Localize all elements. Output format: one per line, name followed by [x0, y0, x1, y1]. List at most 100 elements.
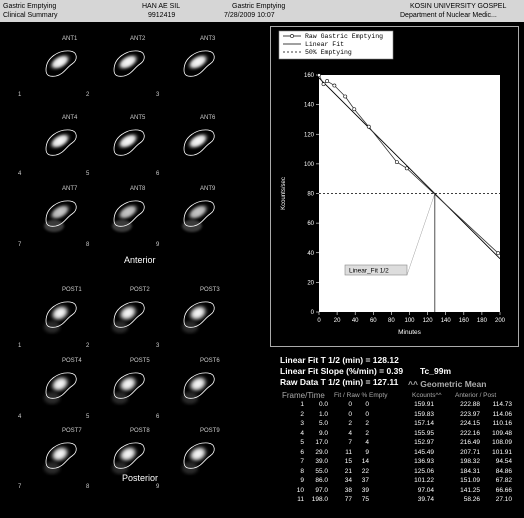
- posterior-frame: POST7 7: [18, 428, 100, 492]
- table-cell-post: 66.66: [495, 486, 512, 494]
- anterior-stomach-image: [182, 200, 215, 232]
- posterior-frame-number: 6: [156, 414, 160, 420]
- table-cell-ant: 207.71: [460, 448, 480, 456]
- table-cell-frame: 1: [300, 401, 304, 408]
- table-cell-post: 67.82: [495, 477, 512, 484]
- col-fit-raw: Fit / Raw % Empty: [334, 392, 388, 399]
- table-cell-ant: 198.32: [460, 458, 480, 465]
- table-cell-raw: 2: [365, 429, 369, 437]
- x-tick-label: 0: [317, 318, 321, 324]
- y-tick-label: 60: [307, 221, 314, 227]
- x-tick-label: 180: [477, 318, 488, 324]
- isotope-label: Tc_99m: [420, 366, 452, 376]
- posterior-frame-number: 1: [18, 343, 22, 349]
- anterior-frame-number: 1: [18, 92, 22, 98]
- table-cell-fit: 4: [348, 429, 352, 437]
- legend-entry: 50% Emptying: [305, 49, 352, 56]
- posterior-stomach-image: [182, 442, 215, 474]
- raw-data-point: [321, 82, 326, 87]
- x-tick-label: 60: [370, 318, 377, 324]
- posterior-frame: POST4 4: [18, 358, 100, 422]
- anterior-frame: ANT2 2: [86, 36, 168, 100]
- posterior-stomach-image: [182, 372, 215, 404]
- header-title: Gastric Emptying: [3, 3, 57, 10]
- posterior-stomach-image: [44, 301, 77, 333]
- table-cell-time: 29.0: [315, 448, 328, 456]
- table-cell-frame: 4: [300, 429, 304, 437]
- x-tick-label: 120: [423, 318, 434, 324]
- col-kcounts: Kcounts^^: [412, 392, 442, 399]
- table-cell-kcounts: 97.04: [417, 486, 434, 494]
- table-cell-kcounts: 39.74: [417, 496, 434, 503]
- posterior-frame: POST6 6: [156, 358, 238, 422]
- table-cell-time: 0.0: [318, 401, 328, 408]
- x-tick-label: 140: [441, 318, 452, 324]
- table-cell-post: 84.86: [495, 467, 512, 475]
- table-cell-post: 110.16: [492, 420, 512, 427]
- anterior-stomach-image: [45, 129, 77, 156]
- table-cell-raw: 9: [365, 448, 369, 456]
- table-cell-fit: 11: [345, 448, 352, 456]
- table-cell-ant: 141.25: [460, 486, 480, 494]
- table-cell-post: 109.48: [492, 429, 512, 437]
- table-cell-post: 94.54: [495, 458, 512, 465]
- table-cell-raw: 4: [365, 439, 369, 446]
- y-tick-label: 0: [311, 310, 315, 316]
- table-cell-ant: 222.88: [460, 401, 480, 408]
- patient-id: 9912419: [148, 12, 176, 19]
- raw-data-point: [352, 107, 357, 112]
- anterior-frame-number: 3: [156, 92, 160, 98]
- x-tick-label: 160: [459, 318, 470, 324]
- anterior-frame: ANT9 9: [156, 186, 238, 250]
- table-cell-ant: 222.16: [460, 429, 480, 437]
- raw-data-point: [325, 79, 330, 83]
- table-cell-ant: 216.49: [460, 439, 480, 446]
- y-tick-label: 20: [307, 280, 314, 286]
- anterior-frame-number: 6: [156, 171, 160, 177]
- table-cell-fit: 7: [348, 439, 352, 446]
- legend-entry: Raw Gastric Emptying: [305, 33, 383, 40]
- table-cell-kcounts: 157.14: [414, 420, 434, 427]
- posterior-stomach-image: [44, 442, 77, 474]
- anterior-frame: ANT5 5: [86, 115, 168, 179]
- table-cell-time: 39.0: [315, 458, 328, 465]
- x-axis-label: Minutes: [398, 329, 422, 336]
- table-cell-raw: 39: [361, 486, 369, 494]
- raw-data-point: [496, 251, 501, 256]
- y-tick-label: 40: [307, 251, 314, 257]
- table-cell-raw: 22: [361, 467, 369, 475]
- table-cell-fit: 0: [348, 401, 352, 408]
- table-cell-time: 1.0: [318, 410, 328, 418]
- patient-name: HAN AE SIL: [142, 3, 181, 10]
- col-frame-time: Frame/Time: [282, 391, 325, 400]
- posterior-frame: POST3 3: [156, 287, 238, 351]
- table-cell-time: 17.0: [315, 439, 328, 446]
- raw-data-point: [394, 160, 399, 164]
- posterior-frame-number: 9: [156, 484, 160, 490]
- annotation-label: Linear_Fit 1/2: [349, 268, 389, 275]
- table-cell-raw: 2: [365, 420, 369, 427]
- anterior-frame: ANT6 6: [156, 115, 238, 179]
- x-tick-label: 20: [334, 318, 341, 324]
- anterior-frame-number: 2: [86, 92, 90, 98]
- col-ant-post: Anterior / Post: [455, 392, 497, 399]
- y-tick-label: 140: [304, 103, 315, 109]
- table-cell-raw: 14: [361, 458, 369, 465]
- anterior-stomach-image: [183, 129, 215, 156]
- table-cell-ant: 151.09: [460, 477, 480, 484]
- table-cell-kcounts: 152.97: [414, 439, 434, 446]
- table-cell-fit: 2: [348, 420, 352, 427]
- legend-entry: Linear Fit: [305, 41, 344, 48]
- table-cell-ant: 184.31: [460, 467, 480, 475]
- raw-data-point: [317, 73, 321, 78]
- chart-svg: 0 20 40 60 80 100 120 140 160 0 20 40 60 80 100 120 140 1…: [278, 30, 506, 336]
- y-tick-label: 160: [304, 73, 315, 79]
- posterior-frame-number: 5: [86, 414, 90, 420]
- anterior-frame: ANT8 8: [86, 186, 168, 250]
- table-cell-time: 86.0: [315, 477, 328, 484]
- table-cell-time: 97.0: [315, 486, 328, 494]
- table-cell-raw: 37: [361, 477, 369, 484]
- posterior-frame-number: 7: [18, 484, 22, 490]
- anterior-frame-number: 4: [18, 171, 22, 177]
- posterior-frame: POST2 2: [86, 287, 168, 351]
